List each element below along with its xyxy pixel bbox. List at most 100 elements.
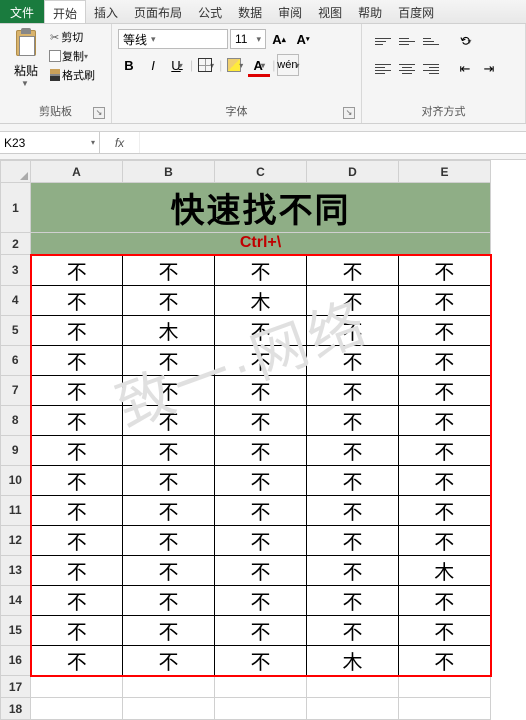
subtitle-cell[interactable]: Ctrl+\ [31, 233, 491, 255]
cell[interactable]: 不 [399, 315, 491, 345]
orientation-button[interactable]: ⟲▾ [454, 30, 476, 52]
title-cell[interactable]: 快速找不同 [31, 183, 491, 233]
row-header[interactable]: 9 [1, 435, 31, 465]
cell[interactable]: 不 [307, 405, 399, 435]
cell[interactable]: 不 [399, 645, 491, 676]
cell[interactable]: 不 [307, 345, 399, 375]
cell[interactable]: 不 [399, 615, 491, 645]
cell[interactable]: 不 [215, 525, 307, 555]
align-top-button[interactable] [372, 30, 394, 52]
row-header[interactable]: 7 [1, 375, 31, 405]
column-header[interactable]: B [123, 161, 215, 183]
cell[interactable]: 不 [31, 315, 123, 345]
align-center-button[interactable] [396, 58, 418, 80]
align-left-button[interactable] [372, 58, 394, 80]
cell[interactable]: 不 [215, 585, 307, 615]
cell[interactable]: 不 [123, 645, 215, 676]
increase-font-button[interactable]: A▴ [268, 28, 290, 50]
cell[interactable] [307, 676, 399, 698]
cell[interactable]: 不 [215, 315, 307, 345]
cell[interactable]: 木 [123, 315, 215, 345]
row-header[interactable]: 6 [1, 345, 31, 375]
column-header[interactable]: C [215, 161, 307, 183]
cell[interactable]: 不 [307, 315, 399, 345]
row-header[interactable]: 5 [1, 315, 31, 345]
cell[interactable]: 不 [307, 585, 399, 615]
cell[interactable]: 不 [307, 525, 399, 555]
underline-button[interactable]: U▾ [166, 54, 188, 76]
cell[interactable]: 不 [215, 435, 307, 465]
row-header[interactable]: 1 [1, 183, 31, 233]
cell[interactable]: 不 [31, 615, 123, 645]
cell[interactable]: 不 [123, 405, 215, 435]
cell[interactable]: 不 [215, 555, 307, 585]
font-name-combo[interactable]: 等线 ▾ [118, 29, 228, 49]
row-header[interactable]: 2 [1, 233, 31, 255]
cell[interactable]: 不 [123, 525, 215, 555]
cell[interactable]: 不 [307, 375, 399, 405]
cell[interactable] [31, 698, 123, 720]
cell[interactable]: 木 [215, 285, 307, 315]
row-header[interactable]: 11 [1, 495, 31, 525]
cell[interactable]: 不 [123, 285, 215, 315]
cell[interactable]: 不 [307, 285, 399, 315]
cell[interactable]: 不 [31, 285, 123, 315]
cell[interactable]: 不 [399, 435, 491, 465]
cell[interactable]: 不 [31, 585, 123, 615]
cell[interactable]: 不 [123, 435, 215, 465]
cell[interactable]: 不 [123, 465, 215, 495]
cell[interactable]: 不 [123, 345, 215, 375]
name-box[interactable]: K23 ▾ [0, 132, 100, 153]
row-header[interactable]: 17 [1, 676, 31, 698]
cell[interactable]: 不 [399, 525, 491, 555]
cell[interactable]: 不 [399, 375, 491, 405]
cell[interactable]: 不 [399, 495, 491, 525]
cell[interactable]: 不 [123, 615, 215, 645]
tab-review[interactable]: 审阅 [270, 0, 310, 23]
cell[interactable]: 不 [31, 645, 123, 676]
row-header[interactable]: 13 [1, 555, 31, 585]
italic-button[interactable]: I [142, 54, 164, 76]
row-header[interactable]: 8 [1, 405, 31, 435]
cell[interactable]: 不 [123, 255, 215, 286]
cell[interactable]: 不 [215, 495, 307, 525]
fx-button[interactable]: fx [100, 132, 140, 153]
paste-dropdown-icon[interactable]: ▼ [21, 79, 29, 88]
row-header[interactable]: 12 [1, 525, 31, 555]
tab-formulas[interactable]: 公式 [190, 0, 230, 23]
cell[interactable]: 不 [307, 435, 399, 465]
row-header[interactable]: 15 [1, 615, 31, 645]
cell[interactable]: 不 [307, 495, 399, 525]
tab-home[interactable]: 开始 [44, 0, 86, 23]
row-header[interactable]: 14 [1, 585, 31, 615]
cell[interactable]: 不 [31, 435, 123, 465]
clipboard-launcher[interactable]: ↘ [93, 107, 105, 119]
cell[interactable]: 不 [123, 495, 215, 525]
cell[interactable]: 不 [307, 465, 399, 495]
cell[interactable]: 不 [215, 375, 307, 405]
cell[interactable]: 不 [123, 375, 215, 405]
column-header[interactable]: E [399, 161, 491, 183]
phonetic-guide-button[interactable]: wén▾ [277, 54, 299, 76]
cell[interactable]: 不 [123, 555, 215, 585]
formula-input[interactable] [140, 132, 526, 153]
row-header[interactable]: 18 [1, 698, 31, 720]
font-launcher[interactable]: ↘ [343, 107, 355, 119]
cell[interactable]: 不 [399, 345, 491, 375]
cell[interactable]: 不 [31, 345, 123, 375]
align-middle-button[interactable] [396, 30, 418, 52]
borders-button[interactable]: ▾ [195, 54, 217, 76]
cell[interactable] [215, 676, 307, 698]
cell[interactable] [31, 676, 123, 698]
cell[interactable]: 不 [215, 345, 307, 375]
cell[interactable] [123, 698, 215, 720]
tab-view[interactable]: 视图 [310, 0, 350, 23]
cell[interactable]: 不 [307, 555, 399, 585]
select-all-corner[interactable] [1, 161, 31, 183]
increase-indent-button[interactable]: ⇥ [478, 58, 500, 80]
font-color-button[interactable]: A▾ [248, 54, 270, 76]
cell[interactable]: 不 [399, 405, 491, 435]
column-header[interactable]: D [307, 161, 399, 183]
fill-color-button[interactable]: ▾ [224, 54, 246, 76]
cell[interactable]: 不 [31, 405, 123, 435]
